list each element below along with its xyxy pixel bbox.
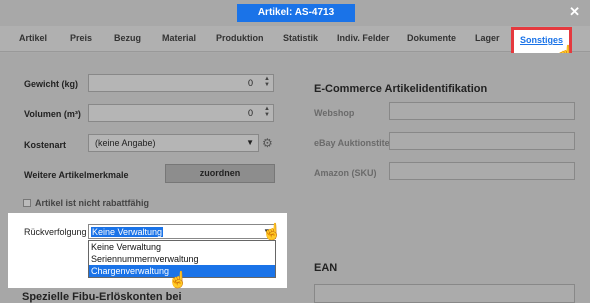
option-keine-verwaltung[interactable]: Keine Verwaltung (89, 241, 275, 253)
ean-input[interactable] (314, 284, 575, 303)
tab-bezug[interactable]: Bezug (114, 33, 141, 43)
tab-lager[interactable]: Lager (475, 33, 500, 43)
kostenart-select[interactable]: (keine Angabe) ▼ (88, 134, 259, 152)
gewicht-label: Gewicht (kg) (24, 79, 79, 89)
zuordnen-button[interactable]: zuordnen (165, 164, 275, 183)
window-title: Artikel: AS-4713 (237, 4, 355, 22)
option-seriennummernverwaltung[interactable]: Seriennummernverwaltung (89, 253, 275, 265)
ecommerce-section-title: E-Commerce Artikelidentifikation (314, 83, 488, 95)
hand-cursor-icon: ☝ (168, 272, 188, 289)
ean-section-title: EAN (314, 262, 338, 274)
tab-produktion[interactable]: Produktion (216, 33, 264, 43)
spinner-icon[interactable]: ▲ ▼ (264, 76, 270, 88)
webshop-input[interactable] (389, 102, 575, 120)
tab-artikel[interactable]: Artikel (19, 33, 47, 43)
tab-indiv-felder[interactable]: Indiv. Felder (337, 33, 389, 43)
hand-cursor-icon: ☝ (262, 224, 282, 241)
gewicht-input[interactable]: 0 ▲ ▼ (88, 74, 274, 92)
gewicht-value: 0 (247, 78, 253, 88)
kostenart-value: (keine Angabe) (95, 138, 156, 148)
volumen-label: Volumen (m³) (24, 109, 81, 119)
fibu-section-title: Spezielle Fibu-Erlöskonten bei (22, 291, 182, 303)
ebay-input[interactable] (389, 132, 575, 150)
kostenart-label: Kostenart (24, 140, 67, 150)
merkmale-label: Weitere Artikelmerkmale (24, 170, 129, 180)
rueckverfolgung-value: Keine Verwaltung (91, 227, 164, 237)
tab-preis[interactable]: Preis (70, 33, 92, 43)
rueckverfolgung-select[interactable]: Keine Verwaltung ▼ (88, 224, 276, 239)
spinner-icon[interactable]: ▲ ▼ (264, 106, 270, 118)
webshop-label: Webshop (314, 108, 355, 118)
rabatt-checkbox[interactable] (23, 199, 31, 207)
volumen-input[interactable]: 0 ▲ ▼ (88, 104, 274, 122)
rabatt-label: Artikel ist nicht rabattfähig (35, 198, 150, 208)
tab-bar: Artikel Preis Bezug Material Produktion … (0, 26, 590, 52)
title-bar: Artikel: AS-4713 ✕ (0, 0, 590, 26)
amazon-input[interactable] (389, 162, 575, 180)
volumen-value: 0 (247, 108, 253, 118)
ebay-label: eBay Auktionstitel (314, 138, 393, 148)
rueckverfolgung-label: Rückverfolgung (24, 227, 87, 237)
tab-dokumente[interactable]: Dokumente (407, 33, 456, 43)
tab-material[interactable]: Material (162, 33, 196, 43)
amazon-label: Amazon (SKU) (314, 168, 377, 178)
dropdown-arrow-icon: ▼ (246, 138, 254, 147)
gear-icon[interactable]: ⚙ (262, 136, 273, 150)
tab-statistik[interactable]: Statistik (283, 33, 318, 43)
close-icon[interactable]: ✕ (569, 4, 580, 20)
